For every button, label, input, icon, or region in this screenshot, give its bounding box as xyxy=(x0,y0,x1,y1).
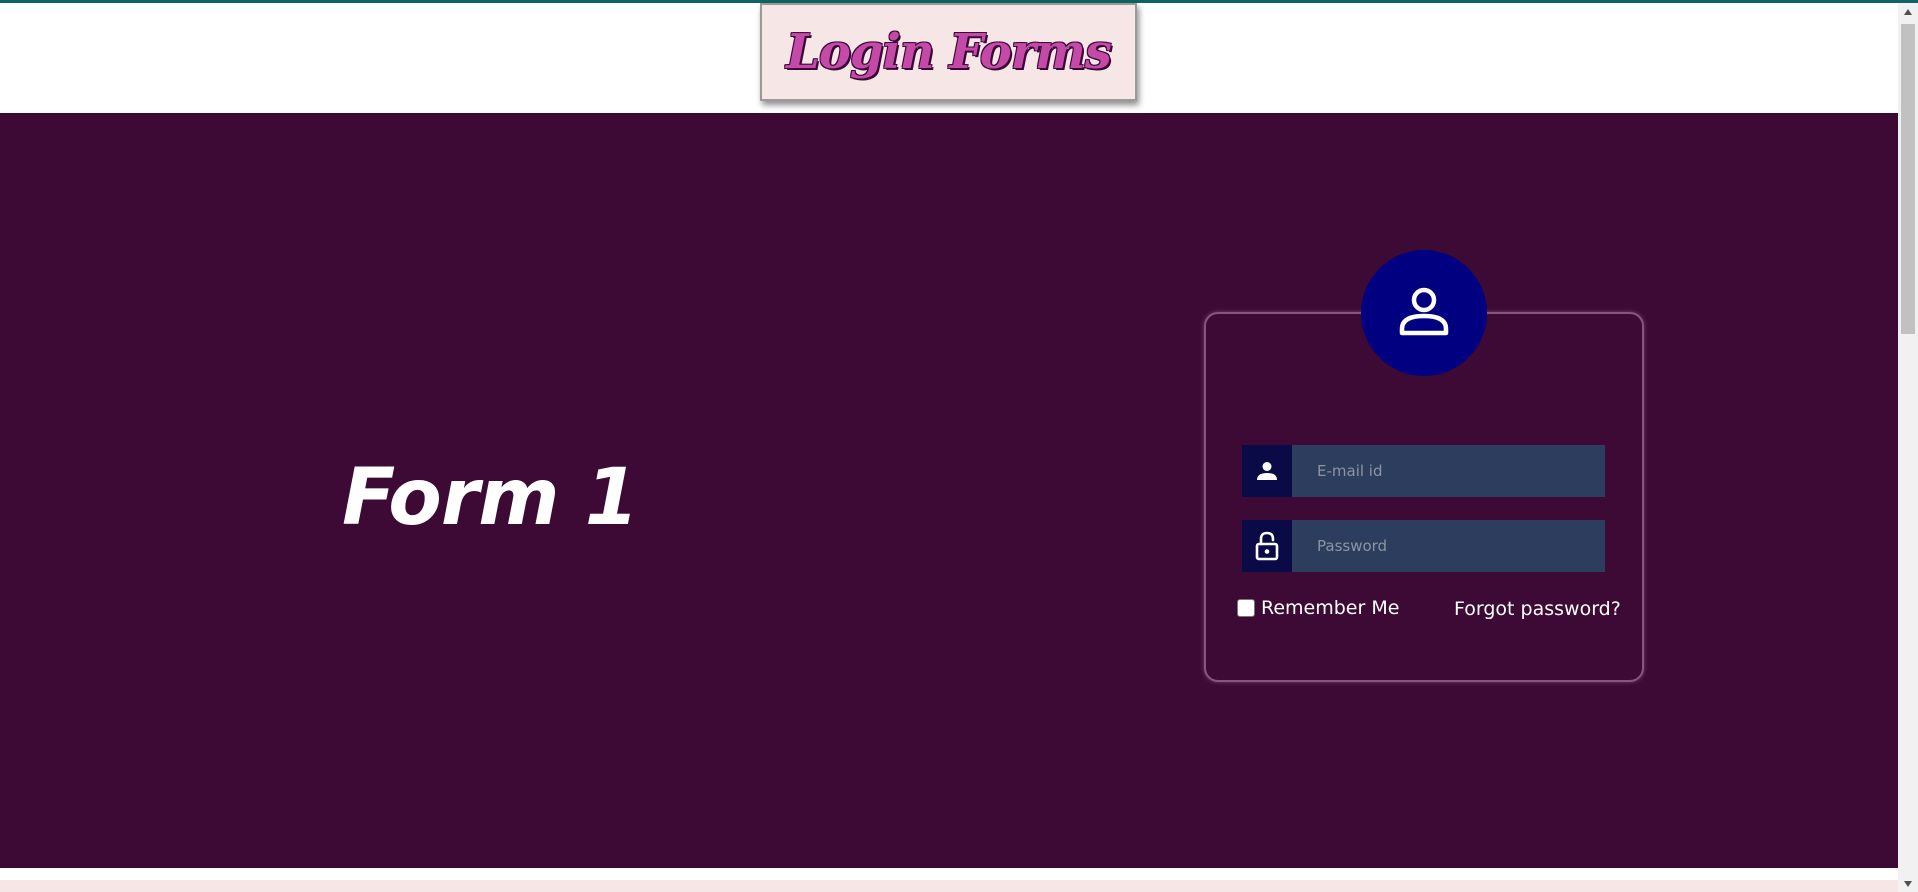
email-field-icon-box xyxy=(1242,445,1292,497)
forgot-password-link[interactable]: Forgot password? xyxy=(1454,598,1621,620)
footer-strip xyxy=(0,880,1898,892)
scrollbar[interactable] xyxy=(1898,3,1918,892)
hero-section: Form 1 E-mail id Remember Me Forgot pass… xyxy=(0,113,1898,868)
page: Login Forms Form 1 E-mail id Remember Me… xyxy=(0,0,1918,892)
arrow-up-icon xyxy=(1904,8,1912,15)
email-input[interactable] xyxy=(1292,445,1605,497)
remember-me-label: Remember Me xyxy=(1261,597,1400,619)
unlock-icon xyxy=(1255,531,1279,561)
logo-box: Login Forms xyxy=(760,3,1137,101)
email-field xyxy=(1242,445,1605,497)
logo-text: Login Forms xyxy=(786,24,1112,80)
password-input[interactable] xyxy=(1292,520,1605,572)
user-outline-icon xyxy=(1399,287,1449,336)
avatar xyxy=(1361,250,1487,376)
user-icon xyxy=(1257,462,1277,480)
remember-me-checkbox[interactable] xyxy=(1237,599,1255,617)
scroll-up-button[interactable] xyxy=(1898,3,1918,20)
remember-me[interactable]: Remember Me xyxy=(1237,597,1399,619)
password-field xyxy=(1242,520,1605,572)
hero-title: Form 1 xyxy=(342,453,639,543)
scrollbar-thumb[interactable] xyxy=(1901,24,1915,334)
header: Login Forms xyxy=(0,3,1898,113)
password-field-icon-box xyxy=(1242,520,1292,572)
arrow-down-icon xyxy=(1904,880,1912,887)
scroll-down-button[interactable] xyxy=(1898,875,1918,892)
